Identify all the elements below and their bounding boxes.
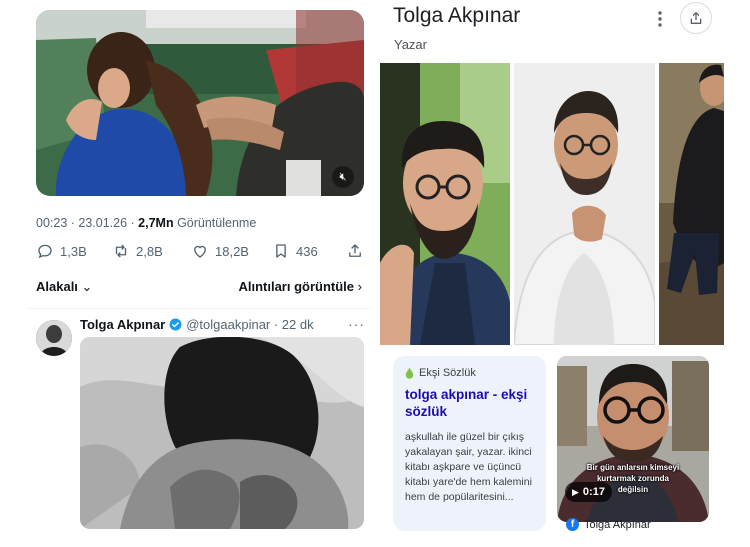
heart-icon	[194, 245, 206, 258]
share-icon	[349, 244, 361, 257]
views-label: Görüntülenme	[173, 216, 257, 230]
bookmark-count: 436	[296, 243, 318, 259]
repost-button[interactable]: 2,8B	[112, 242, 163, 260]
image-result-1[interactable]	[380, 63, 510, 345]
video-source-row: f Tolga Akpınar	[566, 518, 651, 531]
author-name[interactable]: Tolga Akpınar	[80, 317, 165, 332]
verified-badge-icon	[169, 318, 182, 331]
tweet-timestamp[interactable]: 00:23 · 23.01.26 ·	[36, 216, 138, 230]
chevron-down-icon: ⌄	[81, 279, 93, 294]
tweet-video[interactable]: 🔇︎	[36, 10, 364, 196]
like-count: 18,2B	[215, 243, 249, 259]
facebook-icon: f	[566, 518, 579, 531]
relevance-dropdown[interactable]: Alakalı ⌄	[36, 279, 92, 295]
reply-count: 1,3B	[60, 243, 87, 259]
video-caption-1: Bir gün anlarsın kimseyi	[586, 463, 680, 472]
video-duration-badge: ▶ 0:17	[565, 482, 612, 502]
eksi-sozluk-logo-icon	[405, 367, 414, 379]
reply-photo[interactable]	[80, 337, 364, 529]
bookmark-icon	[276, 244, 286, 258]
video-duration: 0:17	[582, 486, 605, 498]
avatar-image	[36, 320, 72, 356]
view-quotes-label: Alıntıları görüntüle	[238, 279, 355, 294]
view-quotes-link[interactable]: Alıntıları görüntüle ›	[238, 279, 362, 294]
chevron-right-icon: ›	[357, 279, 362, 294]
share-button[interactable]	[680, 2, 712, 34]
repost-count: 2,8B	[136, 243, 163, 259]
eksi-sozluk-result-card[interactable]: Ekşi Sözlük tolga akpınar - ekşi sözlük …	[393, 356, 546, 531]
tweet-video-frame	[36, 10, 364, 196]
reply-button[interactable]: 1,3B	[36, 242, 87, 260]
relevance-label: Alakalı	[36, 279, 78, 294]
result-source: Ekşi Sözlük	[405, 367, 476, 379]
image-result-2[interactable]	[514, 63, 655, 345]
bookmark-button[interactable]: 436	[272, 242, 318, 260]
divider	[28, 308, 370, 309]
knowledge-panel-title: Tolga Akpınar	[393, 4, 521, 27]
portrait-photo-1	[380, 63, 510, 345]
play-icon: ▶	[572, 486, 579, 497]
image-result-3[interactable]	[659, 63, 724, 345]
speaker-muted-icon: 🔇︎	[339, 170, 347, 183]
portrait-photo-3	[659, 63, 724, 345]
tweet-actions: 1,3B 2,8B 18,2B 436	[36, 242, 366, 264]
reply-author-line: Tolga Akpınar @tolgaakpinar · 22 dk	[80, 317, 314, 332]
views-count: 2,7Mn	[138, 216, 174, 230]
reply-photo-image	[80, 337, 364, 529]
knowledge-panel-subtitle: Yazar	[394, 37, 427, 52]
like-button[interactable]: 18,2B	[191, 242, 249, 260]
more-vert-icon[interactable]	[654, 10, 666, 28]
video-source-label: Tolga Akpınar	[584, 518, 651, 531]
mute-button[interactable]: 🔇︎	[332, 166, 354, 188]
share-icon	[690, 12, 702, 24]
tweet-panel: 🔇︎ 00:23 · 23.01.26 · 2,7Mn Görüntülenme…	[0, 0, 375, 547]
result-snippet: aşkullah ile güzel bir çıkış yakalayan ş…	[405, 431, 532, 503]
more-options-icon[interactable]: ···	[348, 316, 365, 332]
tweet-meta: 00:23 · 23.01.26 · 2,7Mn Görüntülenme	[36, 216, 256, 230]
avatar[interactable]	[36, 320, 72, 356]
result-title[interactable]: tolga akpınar - ekşi sözlük	[405, 386, 539, 420]
author-handle-time: @tolgaakpinar · 22 dk	[186, 317, 314, 332]
repost-icon	[115, 244, 127, 258]
result-source-label: Ekşi Sözlük	[419, 367, 476, 379]
search-panel: Tolga Akpınar Yazar Ekşi Sözlük tolga ak…	[375, 0, 750, 547]
portrait-photo-2	[514, 63, 655, 345]
reply-icon	[38, 244, 52, 259]
share-button[interactable]	[346, 242, 364, 260]
